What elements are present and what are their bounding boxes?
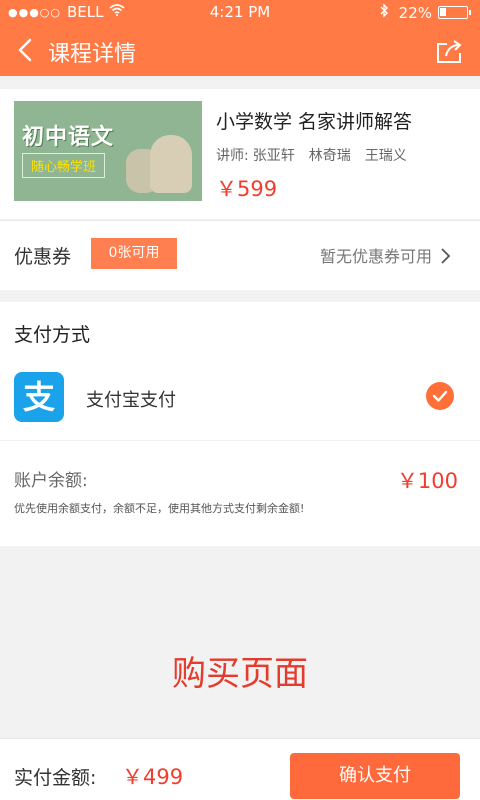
teacher-name: 王瑞义 <box>364 148 407 164</box>
coupon-row[interactable]: 优惠券 0张可用 暂无优惠券可用 <box>0 220 480 290</box>
balance-note: 优先使用余额支付，余额不足，使用其他方式支付剩余金额! <box>14 502 305 515</box>
thumbnail-title: 初中语文 <box>22 125 115 150</box>
status-bar: ●●●○○ BELL 4:21 PM 22% <box>0 0 480 24</box>
divider <box>0 440 480 441</box>
battery-icon <box>438 6 471 19</box>
page-title: 课程详情 <box>48 42 137 67</box>
teacher-list: 讲师: 张亚轩 林奇瑞 王瑞义 <box>216 145 421 165</box>
teacher-name: 张亚轩 <box>252 148 295 164</box>
back-icon[interactable] <box>12 35 42 65</box>
course-thumbnail: 初中语文 随心畅学班 <box>14 101 202 201</box>
coupon-count-badge: 0张可用 <box>91 238 177 269</box>
thumbnail-subtitle: 随心畅学班 <box>22 153 106 178</box>
balance-value: ￥100 <box>396 469 458 493</box>
course-card[interactable]: 初中语文 随心畅学班 小学数学 名家讲师解答 讲师: 张亚轩 林奇瑞 王瑞义 ￥599 <box>0 89 480 219</box>
alipay-option-label[interactable]: 支付宝支付 <box>86 386 176 412</box>
chevron-right-icon <box>440 244 452 268</box>
payment-section: 支付方式 支 支付宝支付 账户余额: ￥100 优先使用余额支付，余额不足，使用… <box>0 302 480 546</box>
checkout-bar: 实付金额: ￥499 确认支付 <box>0 738 480 800</box>
share-icon[interactable] <box>434 36 464 66</box>
total-label: 实付金额: <box>14 767 97 789</box>
battery-percent: 22% <box>398 3 432 22</box>
course-title: 小学数学 名家讲师解答 <box>216 111 413 133</box>
teacher-label: 讲师: <box>216 148 249 164</box>
coupon-status: 暂无优惠券可用 <box>319 247 432 266</box>
course-price: ￥599 <box>216 177 278 201</box>
bluetooth-icon <box>379 3 389 22</box>
total-amount: ￥499 <box>122 765 184 789</box>
payment-heading: 支付方式 <box>14 324 91 346</box>
balance-label: 账户余额: <box>14 471 88 491</box>
status-right: 22% <box>379 3 471 22</box>
battery-level <box>440 8 446 16</box>
teacher-name: 林奇瑞 <box>308 148 351 164</box>
nav-bar: 课程详情 <box>0 24 480 76</box>
alipay-icon: 支 <box>14 372 64 422</box>
coupon-label: 优惠券 <box>14 246 72 268</box>
page-watermark: 购买页面 <box>172 654 308 694</box>
check-icon[interactable] <box>426 382 454 410</box>
thumbnail-figure <box>150 135 192 193</box>
confirm-payment-button[interactable]: 确认支付 <box>290 753 460 799</box>
